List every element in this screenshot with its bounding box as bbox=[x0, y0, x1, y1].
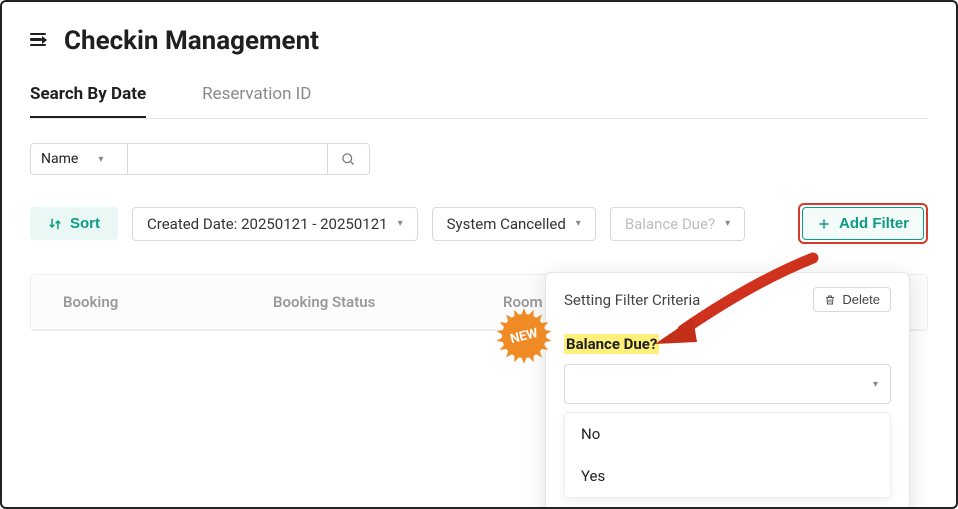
page-title: Checkin Management bbox=[64, 26, 319, 56]
tab-search-by-date[interactable]: Search By Date bbox=[30, 84, 146, 118]
search-input[interactable] bbox=[128, 143, 328, 175]
delete-filter-button[interactable]: Delete bbox=[813, 287, 891, 312]
add-filter-label: Add Filter bbox=[839, 215, 909, 232]
search-button[interactable] bbox=[328, 143, 370, 175]
option-yes[interactable]: Yes bbox=[565, 455, 890, 497]
chip-created-label: Created Date: 20250121 - 20250121 bbox=[147, 215, 388, 233]
sort-label: Sort bbox=[70, 215, 100, 232]
search-field-label: Name bbox=[41, 151, 78, 167]
search-row: Name ▾ bbox=[30, 143, 928, 175]
chevron-down-icon: ▾ bbox=[873, 379, 878, 390]
chip-balance-label: Balance Due? bbox=[625, 215, 715, 233]
search-icon bbox=[341, 152, 356, 167]
new-badge: NEW bbox=[496, 308, 552, 364]
criteria-select[interactable]: ▾ bbox=[564, 364, 891, 404]
chevron-down-icon: ▾ bbox=[398, 218, 403, 229]
delete-label: Delete bbox=[842, 292, 880, 307]
criteria-dropdown: No Yes bbox=[564, 412, 891, 498]
header: Checkin Management bbox=[30, 26, 928, 56]
filter-row: Sort Created Date: 20250121 - 20250121 ▾… bbox=[30, 203, 928, 244]
col-booking-status: Booking Status bbox=[273, 293, 433, 311]
chevron-down-icon: ▾ bbox=[576, 218, 581, 229]
option-no[interactable]: No bbox=[565, 413, 890, 455]
annotation-highlight: Add Filter bbox=[798, 203, 928, 244]
chevron-down-icon: ▾ bbox=[725, 218, 730, 229]
menu-collapse-icon[interactable] bbox=[30, 33, 50, 50]
add-filter-button[interactable]: Add Filter bbox=[802, 207, 924, 240]
panel-header: Setting Filter Criteria Delete bbox=[564, 287, 891, 312]
tabs: Search By Date Reservation ID bbox=[30, 84, 928, 119]
tab-reservation-id[interactable]: Reservation ID bbox=[202, 84, 311, 118]
chevron-down-icon: ▾ bbox=[98, 154, 103, 165]
sort-icon bbox=[48, 217, 62, 231]
app-frame: Checkin Management Search By Date Reserv… bbox=[0, 0, 958, 509]
sort-button[interactable]: Sort bbox=[30, 207, 118, 240]
panel-title: Setting Filter Criteria bbox=[564, 291, 700, 309]
filter-chip-balance-due[interactable]: Balance Due? ▾ bbox=[610, 207, 745, 241]
col-booking: Booking bbox=[63, 293, 203, 311]
chip-status-label: System Cancelled bbox=[447, 215, 566, 233]
filter-chip-system-cancelled[interactable]: System Cancelled ▾ bbox=[432, 207, 596, 241]
search-field-select[interactable]: Name ▾ bbox=[30, 143, 128, 175]
filter-criteria-panel: Setting Filter Criteria Delete Balance D… bbox=[545, 272, 910, 509]
trash-icon bbox=[824, 294, 836, 306]
criteria-label: Balance Due? bbox=[564, 334, 659, 354]
plus-icon bbox=[817, 217, 831, 231]
filter-chip-created-date[interactable]: Created Date: 20250121 - 20250121 ▾ bbox=[132, 207, 418, 241]
